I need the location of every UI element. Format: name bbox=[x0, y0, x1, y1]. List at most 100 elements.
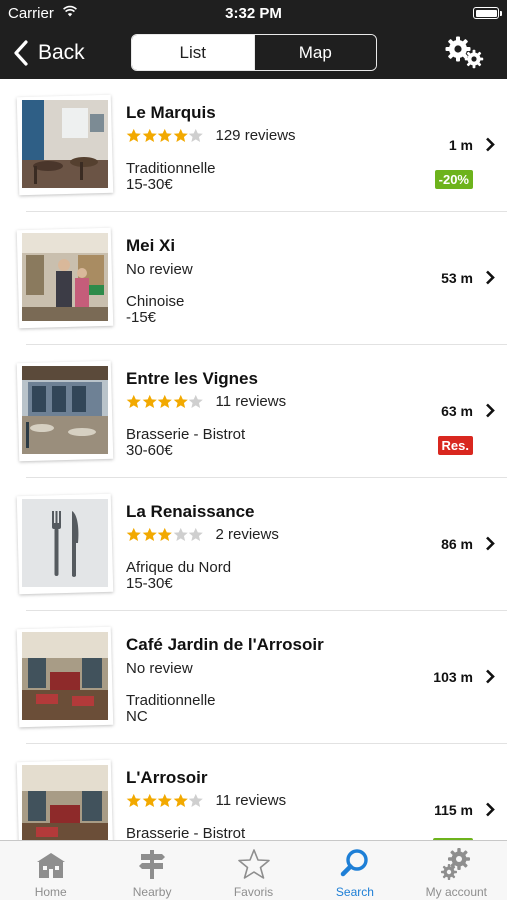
restaurant-row[interactable]: Mei Xi No review Chinoise -15€ 53 m bbox=[0, 212, 507, 345]
star-filled-icon bbox=[142, 793, 157, 807]
restaurant-photo bbox=[16, 493, 114, 595]
restaurant-name: La Renaissance bbox=[126, 502, 255, 521]
rating-row: 129 reviews bbox=[126, 126, 296, 144]
price-range: 15-30€ bbox=[126, 575, 173, 592]
home-icon bbox=[36, 853, 65, 878]
tab-label: My account bbox=[425, 885, 487, 899]
star-icon bbox=[237, 849, 270, 879]
status-bar: Carrier 3:32 PM bbox=[0, 0, 507, 28]
review-count: No review bbox=[126, 261, 193, 278]
chevron-right-icon bbox=[486, 536, 495, 551]
photo-dining-room bbox=[22, 765, 108, 840]
tab-favoris[interactable]: Favoris bbox=[203, 841, 304, 900]
chevron-right-icon bbox=[486, 403, 495, 418]
restaurant-row[interactable]: La Renaissance 2 reviews Afrique du Nord… bbox=[0, 478, 507, 611]
distance: 1 m bbox=[448, 137, 473, 153]
restaurant-photo bbox=[16, 360, 114, 462]
star-filled-icon bbox=[173, 394, 188, 408]
photo-storefront bbox=[22, 233, 108, 321]
photo-terrace bbox=[22, 366, 108, 454]
star-rating bbox=[126, 394, 204, 409]
tab-my-account[interactable]: My account bbox=[406, 841, 507, 900]
star-empty-icon bbox=[188, 527, 203, 541]
restaurant-photo bbox=[16, 94, 114, 196]
restaurant-row[interactable]: Entre les Vignes 11 reviews Brasserie - … bbox=[0, 345, 507, 478]
restaurant-name: Entre les Vignes bbox=[126, 369, 258, 388]
review-count: 11 reviews bbox=[215, 791, 287, 809]
price-range: 15-30€ bbox=[126, 176, 173, 193]
reservation-badge: Res. bbox=[437, 436, 473, 455]
tab-bar: Home Nearby Favoris Search My account bbox=[0, 840, 507, 900]
battery-icon bbox=[473, 7, 499, 19]
cuisine-type: Brasserie - Bistrot bbox=[126, 825, 246, 840]
chevron-right-icon bbox=[486, 802, 495, 817]
tab-label: Search bbox=[335, 885, 374, 899]
restaurant-name: Mei Xi bbox=[126, 236, 176, 255]
star-filled-icon bbox=[126, 793, 141, 807]
tab-home[interactable]: Home bbox=[0, 841, 101, 900]
rating-row: 11 reviews bbox=[126, 392, 286, 410]
gears-icon[interactable] bbox=[444, 36, 486, 70]
gear-icon bbox=[441, 848, 471, 880]
restaurant-row[interactable]: Le Marquis 129 reviews Traditionnelle 15… bbox=[0, 79, 507, 212]
tab-label: Nearby bbox=[132, 885, 172, 899]
cuisine-type: Traditionnelle bbox=[126, 160, 216, 177]
photo-dining-room bbox=[22, 632, 108, 720]
chevron-right-icon bbox=[486, 270, 495, 285]
chevron-right-icon bbox=[486, 137, 495, 152]
star-filled-icon bbox=[126, 128, 141, 142]
star-rating bbox=[126, 527, 204, 542]
segment-map[interactable]: Map bbox=[253, 35, 376, 70]
cuisine-type: Traditionnelle bbox=[126, 692, 216, 709]
cuisine-type: Afrique du Nord bbox=[126, 559, 232, 576]
signpost-icon bbox=[139, 850, 166, 879]
star-filled-icon bbox=[126, 527, 141, 541]
rating-row: 11 reviews bbox=[126, 791, 286, 809]
search-icon bbox=[340, 849, 368, 877]
restaurant-list[interactable]: Le Marquis 129 reviews Traditionnelle 15… bbox=[0, 79, 507, 840]
promo-badge: -20% bbox=[434, 170, 473, 189]
rating-row: 2 reviews bbox=[126, 525, 279, 543]
restaurant-photo bbox=[16, 759, 114, 840]
star-filled-icon bbox=[157, 793, 172, 807]
price-range: 30-60€ bbox=[126, 442, 173, 459]
cuisine-type: Brasserie - Bistrot bbox=[126, 426, 246, 443]
star-filled-icon bbox=[142, 128, 157, 142]
restaurant-row[interactable]: Café Jardin de l'Arrosoir No review Trad… bbox=[0, 611, 507, 744]
clock: 3:32 PM bbox=[225, 5, 282, 22]
star-filled-icon bbox=[157, 128, 172, 142]
review-count: 2 reviews bbox=[215, 525, 279, 543]
star-filled-icon bbox=[157, 527, 172, 541]
distance: 103 m bbox=[433, 669, 473, 685]
distance: 53 m bbox=[441, 270, 473, 286]
price-range: NC bbox=[126, 708, 148, 725]
distance: 115 m bbox=[434, 802, 473, 818]
star-filled-icon bbox=[126, 394, 141, 408]
review-count: No review bbox=[126, 660, 193, 677]
star-filled-icon bbox=[173, 793, 188, 807]
photo-interior bbox=[22, 100, 108, 188]
star-filled-icon bbox=[157, 394, 172, 408]
star-filled-icon bbox=[173, 128, 188, 142]
tab-label: Favoris bbox=[233, 885, 274, 899]
restaurant-name: Café Jardin de l'Arrosoir bbox=[126, 635, 324, 654]
star-rating bbox=[126, 793, 204, 808]
back-button[interactable]: Back bbox=[12, 36, 85, 70]
back-label: Back bbox=[38, 41, 85, 64]
star-empty-icon bbox=[173, 527, 188, 541]
distance: 86 m bbox=[441, 536, 473, 552]
restaurant-row[interactable]: L'Arrosoir 11 reviews Brasserie - Bistro… bbox=[0, 744, 507, 840]
price-range: -15€ bbox=[126, 309, 157, 326]
star-rating bbox=[126, 128, 204, 143]
tab-nearby[interactable]: Nearby bbox=[101, 841, 202, 900]
review-count: 129 reviews bbox=[215, 126, 296, 144]
segment-list[interactable]: List bbox=[132, 35, 254, 70]
chevron-left-icon bbox=[14, 40, 28, 66]
tab-search[interactable]: Search bbox=[304, 841, 405, 900]
navigation-bar: Back List Map bbox=[0, 28, 507, 79]
restaurant-name: Le Marquis bbox=[126, 103, 216, 122]
battery-tip bbox=[500, 11, 502, 16]
restaurant-name: L'Arrosoir bbox=[126, 768, 208, 787]
star-filled-icon bbox=[142, 527, 157, 541]
star-filled-icon bbox=[142, 394, 157, 408]
